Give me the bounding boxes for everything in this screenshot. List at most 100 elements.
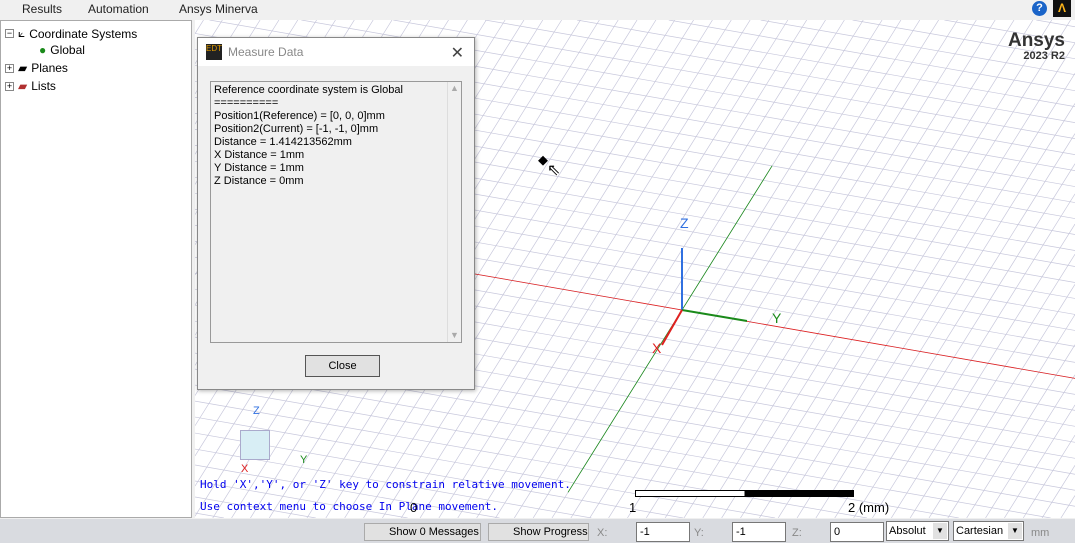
close-button[interactable]: Close [305,355,380,377]
grid-line [1022,434,1075,518]
y-input[interactable]: -1 [732,522,786,542]
z-axis-label: Z [680,215,689,231]
y-label: Y: [694,527,704,539]
grid-line [1060,495,1075,518]
button-label: Show 0 Messages [389,526,479,538]
dialog-titlebar[interactable]: EDT Measure Data [198,38,474,66]
grid-line [890,223,1075,518]
close-icon[interactable]: ✕ [451,43,464,63]
grid-line [702,20,1015,518]
z-label: Z: [792,527,802,539]
lists-icon: ▰ [18,79,28,93]
button-label: Show Progress [513,526,588,538]
x-axis-arrow [661,309,683,346]
menu-results[interactable]: Results [22,2,62,16]
brand-name: Ansys [1007,30,1065,51]
tree-item-lists[interactable]: + ▰ Lists [5,79,56,93]
grid-line [195,384,959,518]
measure-line: ========== [214,97,279,109]
tree-item-global[interactable]: ● Global [39,43,85,57]
show-progress-button[interactable]: Show Progress [488,523,589,541]
measure-line: Z Distance = 0mm [214,175,304,187]
menu-bar: Results Automation Ansys Minerva ? Λ [0,0,1075,18]
collapse-icon[interactable]: − [5,29,14,38]
unit-label: mm [1031,527,1050,539]
grid-line [721,20,1034,518]
view-orientation-cube[interactable] [240,430,270,460]
triad-x-label: X [241,463,249,475]
grid-line [872,193,1075,518]
grid-line [985,374,1075,518]
scrollbar[interactable]: ▲ ▼ [447,82,461,342]
scale-tick: 2 (mm) [848,500,890,515]
grid-line [476,20,789,518]
chevron-down-icon: ▼ [933,523,947,539]
edt-icon: EDT [206,44,222,60]
grid-line [608,20,921,518]
grid-line [570,20,883,518]
planes-icon: ▰ [18,61,28,75]
tree-item-planes[interactable]: + ▰ Planes [5,61,68,75]
grid-line [834,133,1075,518]
grid-line [928,284,1075,518]
grid-line [777,42,1075,518]
show-messages-button[interactable]: Show 0 Messages [364,523,481,541]
grid-line [195,20,204,34]
measure-line: X Distance = 1mm [214,149,305,161]
tree-item-coordinate-systems[interactable]: − ⟀ Coordinate Systems [5,26,137,41]
measure-output[interactable]: Reference coordinate system is Global ===… [210,81,462,343]
triad-y-label: Y [300,454,308,466]
measure-line: Distance = 1.414213562mm [214,136,352,148]
grid-line [645,20,958,518]
scale-tick: 0 [410,500,418,515]
tree-label: Lists [31,79,56,93]
tree-label: Global [50,43,85,57]
x-input[interactable]: -1 [636,522,690,542]
mouse-cursor-icon: ⇖ [547,162,561,179]
grid-line [589,20,902,518]
tree-label: Planes [31,61,68,75]
grid-line [1004,404,1075,518]
x-label: X: [597,527,608,539]
x-axis-label: X [652,340,662,356]
ansys-logo-icon: Λ [1053,0,1071,17]
measure-line: Position2(Current) = [-1, -1, 0]mm [214,123,379,135]
measure-data-dialog: EDT Measure Data ✕ Reference coordinate s… [197,37,475,390]
axes-icon: ⟀ [18,26,26,40]
grid-line [438,20,751,518]
hint-constrain: Hold 'X','Y', or 'Z' key to constrain re… [200,478,571,491]
triad-z-label: Z [253,405,260,417]
grid-line [485,20,1075,123]
menu-ansys-minerva[interactable]: Ansys Minerva [179,2,258,16]
ansys-brand: Ansys 2023 R2 [1008,30,1065,62]
coordinate-select[interactable]: Cartesian ▼ [953,521,1024,541]
measure-line: Reference coordinate system is Global [214,84,403,96]
menu-automation[interactable]: Automation [88,2,149,16]
grid-line [576,20,1075,108]
measure-line: Position1(Reference) = [0, 0, 0]mm [214,110,385,122]
z-input[interactable]: 0 [830,522,884,542]
expand-icon[interactable]: + [5,81,14,91]
absolute-select[interactable]: Absolut ▼ [886,521,949,541]
status-bar: Show 0 Messages Show Progress X: -1 Y: -… [0,519,1075,543]
scale-bar [635,490,854,497]
grid-line [815,103,1075,518]
scale-tick: 1 [629,500,637,515]
grid-line [495,20,808,518]
help-icon[interactable]: ? [1032,1,1047,16]
select-value: Cartesian [956,525,1004,537]
grid-line [393,20,1075,139]
grid-line [627,20,939,518]
tree-label: Coordinate Systems [29,26,138,41]
chevron-down-icon: ▼ [1008,523,1022,539]
y-axis-label: Y [772,310,782,326]
grid-line [532,20,845,518]
grid-line [1036,20,1075,28]
select-value: Absolut [889,525,926,537]
x-axis-line [461,271,1075,379]
grid-line [514,20,826,518]
expand-icon[interactable]: + [5,63,14,73]
globe-icon: ● [39,43,47,57]
grid-line [195,512,224,518]
grid-line [947,314,1075,518]
